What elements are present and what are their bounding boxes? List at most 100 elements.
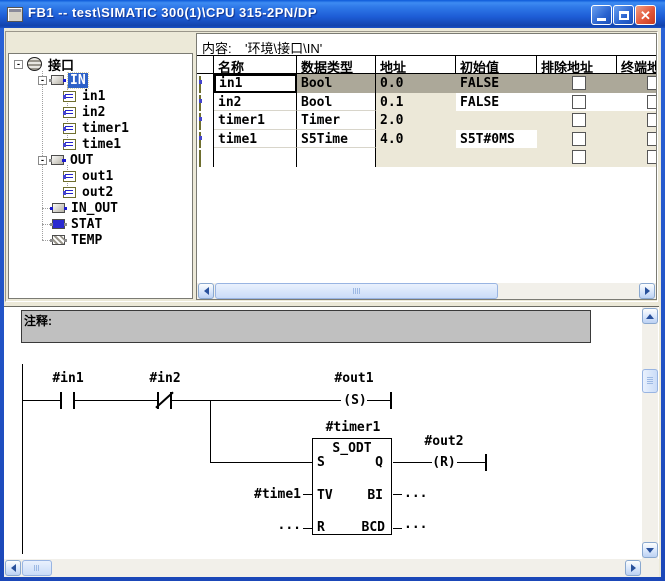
initial-value-cell[interactable]: [456, 148, 537, 167]
interface-tree-pane[interactable]: - 接口 - IN in1 in2 timer1 time1 - OUT out…: [8, 53, 193, 299]
variable-icon: [199, 131, 201, 148]
variable-icon: [199, 113, 201, 130]
minimize-icon: [597, 18, 606, 21]
editor-hscrollbar[interactable]: [4, 559, 659, 577]
address-cell[interactable]: 2.0: [376, 111, 456, 130]
address-column-header: 地址: [376, 56, 456, 73]
exclude-address-checkbox[interactable]: [572, 150, 586, 164]
in-out-section-icon: [50, 203, 67, 213]
declaration-icon-cell: [197, 92, 214, 111]
datatype-cell[interactable]: [297, 148, 376, 167]
datatype-cell[interactable]: Bool: [297, 74, 376, 93]
table-row: time1 S5Time 4.0 S5T#0MS: [197, 129, 656, 148]
contact-in2-label[interactable]: #in2: [149, 371, 180, 386]
bcd-operand[interactable]: ...: [404, 517, 427, 532]
terminal-address-checkbox[interactable]: [647, 76, 656, 90]
tree-item-in1[interactable]: in1: [63, 88, 107, 104]
timer-block-s-odt[interactable]: S_ODT S Q TV BI R BCD: [312, 438, 392, 535]
scroll-right-button[interactable]: [625, 560, 641, 576]
reset-coil[interactable]: (R): [430, 455, 458, 470]
ladder-editor-pane[interactable]: 注释: #in1 #in2 #out1 (S) #timer1 S_ODT S …: [4, 306, 659, 559]
datatype-cell[interactable]: Bool: [297, 92, 376, 111]
contact-in1[interactable]: [60, 392, 62, 409]
coil-out1-label[interactable]: #out1: [334, 371, 373, 386]
terminal-address-cell: [617, 129, 656, 148]
name-cell[interactable]: [214, 148, 297, 167]
minimize-button[interactable]: [591, 5, 612, 25]
wire: [393, 462, 432, 463]
coil-out2-label[interactable]: #out2: [424, 434, 463, 449]
initial-value-cell[interactable]: S5T#0MS: [456, 129, 537, 148]
tree-item-stat[interactable]: STAT: [50, 216, 104, 232]
initial-value-cell[interactable]: FALSE: [456, 92, 537, 111]
scroll-up-button[interactable]: [642, 308, 658, 324]
tree-item-in[interactable]: - IN: [38, 71, 89, 89]
datatype-cell[interactable]: Timer: [297, 111, 376, 130]
exclude-address-cell: [537, 92, 617, 111]
wire: [367, 400, 390, 401]
close-button[interactable]: ✕: [635, 5, 656, 25]
timer-instance-label[interactable]: #timer1: [326, 420, 381, 435]
tree-item-timer1[interactable]: timer1: [63, 120, 131, 136]
tv-operand[interactable]: #time1: [249, 487, 301, 502]
name-column-header: 名称: [214, 56, 297, 73]
name-cell[interactable]: in2: [214, 92, 297, 111]
hscroll-thumb[interactable]: [215, 283, 498, 299]
exclude-address-checkbox[interactable]: [572, 94, 586, 109]
tree-item-out1[interactable]: out1: [63, 168, 115, 184]
set-coil[interactable]: (S): [341, 393, 369, 408]
terminal-address-checkbox[interactable]: [647, 113, 656, 127]
exclude-address-checkbox[interactable]: [572, 113, 586, 127]
tree-item-temp[interactable]: TEMP: [50, 232, 104, 248]
scroll-down-button[interactable]: [642, 542, 658, 558]
address-cell[interactable]: 0.0: [376, 74, 456, 93]
exclude-address-checkbox[interactable]: [572, 76, 586, 90]
variable-icon: [63, 122, 76, 134]
r-operand[interactable]: ...: [249, 518, 301, 533]
tree-item-in2[interactable]: in2: [63, 104, 107, 120]
scroll-right-button[interactable]: [639, 283, 655, 299]
initial-value-cell[interactable]: FALSE: [456, 74, 537, 93]
initial-value-cell[interactable]: [456, 111, 537, 130]
exclude-address-checkbox[interactable]: [572, 131, 586, 146]
tree-item-out[interactable]: - OUT: [38, 152, 95, 168]
network-comment-box[interactable]: 注释:: [21, 310, 591, 343]
wire: [22, 400, 60, 401]
name-cell[interactable]: time1: [214, 129, 297, 148]
table-hscrollbar[interactable]: [197, 283, 656, 299]
terminal-address-checkbox[interactable]: [647, 150, 656, 164]
exclude-address-column-header: 排除地址: [537, 56, 617, 73]
title-bar[interactable]: FB1 -- test\SIMATIC 300(1)\CPU 315-2PN/D…: [0, 0, 665, 28]
scroll-left-button[interactable]: [198, 283, 214, 299]
contact-in1-label[interactable]: #in1: [52, 371, 83, 386]
exclude-address-cell: [537, 74, 617, 93]
address-cell[interactable]: [376, 148, 456, 167]
terminal-address-checkbox[interactable]: [647, 94, 656, 109]
address-cell[interactable]: 0.1: [376, 92, 456, 111]
address-cell[interactable]: 4.0: [376, 129, 456, 148]
name-cell[interactable]: in1: [214, 74, 297, 93]
hscroll-thumb[interactable]: [22, 560, 52, 576]
out-section-icon: [49, 155, 66, 165]
variable-icon: [63, 106, 76, 118]
collapse-toggle[interactable]: -: [14, 59, 23, 69]
bi-operand[interactable]: ...: [404, 486, 427, 501]
scroll-left-button[interactable]: [5, 560, 21, 576]
terminal-address-checkbox[interactable]: [647, 131, 656, 146]
name-cell[interactable]: timer1: [214, 111, 297, 130]
right-rail-rung1: [390, 392, 392, 409]
tree-item-interface[interactable]: - 接口: [14, 56, 76, 74]
wire: [210, 462, 312, 463]
collapse-toggle[interactable]: -: [38, 155, 47, 165]
datatype-cell[interactable]: S5Time: [297, 129, 376, 148]
collapse-toggle[interactable]: -: [38, 75, 47, 85]
stat-section-icon: [50, 219, 67, 229]
tree-item-in-out[interactable]: IN_OUT: [50, 200, 120, 216]
variable-icon: [63, 186, 76, 198]
editor-vscrollbar[interactable]: [642, 307, 658, 559]
interface-icon: [27, 57, 42, 71]
maximize-button[interactable]: [613, 5, 634, 25]
tree-item-out2[interactable]: out2: [63, 184, 115, 200]
tree-item-time1[interactable]: time1: [63, 136, 123, 152]
vscroll-thumb[interactable]: [642, 369, 658, 393]
